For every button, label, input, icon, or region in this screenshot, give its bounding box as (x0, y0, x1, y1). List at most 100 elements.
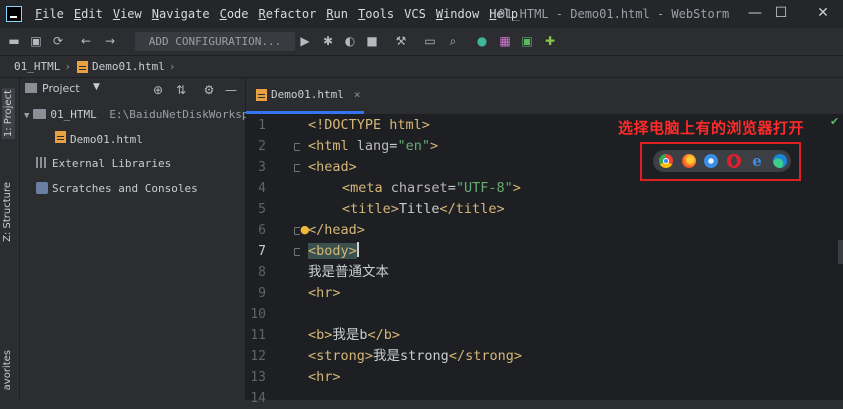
project-folder-icon (25, 83, 37, 93)
library-icon (36, 157, 48, 168)
line-number: 6 (258, 223, 266, 238)
opera-icon[interactable] (727, 154, 741, 168)
menu-vcs[interactable]: VCS (399, 7, 431, 21)
line-number: 10 (250, 307, 266, 322)
intention-bulb-icon[interactable]: ● (300, 223, 310, 236)
root-folder-name: 01_HTML (50, 108, 97, 121)
terminal-icon[interactable]: ▭ (423, 34, 437, 48)
menu-window[interactable]: Window (431, 7, 484, 21)
project-view-selector[interactable]: Project (42, 82, 80, 95)
safari-icon[interactable] (704, 154, 718, 168)
save-icon[interactable]: ▣ (29, 34, 43, 48)
code-line-3: <head> (308, 159, 357, 175)
code-line-4: <meta charset="UTF-8"> (342, 180, 521, 196)
menu-navigate[interactable]: Navigate (147, 7, 215, 21)
main-toolbar: ▬ ▣ ⟳ ← → ADD CONFIGURATION... ▶ ✱ ◐ ■ ⚒… (0, 28, 843, 56)
search-icon[interactable]: ⌕ (446, 34, 460, 48)
add-configuration-button[interactable]: ADD CONFIGURATION... (135, 32, 295, 51)
code-line-9: <hr> (308, 285, 341, 301)
firefox-icon[interactable] (682, 154, 696, 168)
breadcrumb-file[interactable]: Demo01.html (92, 60, 165, 73)
breadcrumb-project[interactable]: 01_HTML (14, 60, 60, 73)
expanded-arrow-icon[interactable]: ▼ (24, 111, 29, 121)
maximize-button[interactable]: ☐ (770, 4, 792, 22)
minimize-button[interactable]: — (744, 4, 766, 22)
settings-wrench-icon[interactable]: ⚒ (394, 34, 408, 48)
tree-item-root[interactable]: ▼ 01_HTML E:\BaiduNetDiskWorkspa (24, 104, 255, 126)
code-line-13: <hr> (308, 369, 341, 385)
editor-tab-bar: Demo01.html × (246, 78, 843, 115)
run-icon[interactable]: ▶ (298, 34, 312, 48)
annotation-text: 选择电脑上有的浏览器打开 (618, 119, 805, 137)
plugin-green-icon[interactable]: ● (475, 34, 489, 48)
menu-edit[interactable]: Edit (69, 7, 108, 21)
collapse-all-icon[interactable]: ⇅ (174, 83, 188, 97)
project-tool-tab[interactable]: 1: Project (2, 88, 15, 140)
line-number: 4 (258, 181, 266, 196)
close-button[interactable]: ✕ (812, 4, 834, 22)
structure-tool-tab[interactable]: Z: Structure (2, 182, 13, 242)
favorites-tool-tab[interactable]: avorites (2, 350, 13, 390)
menu-run[interactable]: Run (321, 7, 353, 21)
tree-item-scratches[interactable]: Scratches and Consoles (36, 178, 198, 200)
ie-icon[interactable]: e (750, 154, 764, 169)
coverage-icon[interactable]: ◐ (343, 34, 357, 48)
plugin-puzzle-icon[interactable]: ✚ (543, 34, 557, 48)
line-number: 1 (258, 118, 266, 133)
chevron-down-icon[interactable]: ▼ (93, 82, 100, 92)
html-file-icon (76, 60, 88, 73)
breadcrumb-separator: › (168, 60, 176, 73)
scratches-icon (36, 182, 48, 194)
menu-code[interactable]: Code (215, 7, 254, 21)
edge-icon[interactable] (773, 154, 787, 168)
line-number-gutter: 1 2 3 4 5 6 7 8 9 10 11 12 13 14 (246, 115, 302, 406)
code-line-7: <body> (308, 242, 359, 259)
line-number: 2 (258, 139, 266, 154)
browser-popup (653, 150, 791, 172)
tab-label: Demo01.html (271, 88, 344, 101)
open-folder-icon[interactable]: ▬ (7, 34, 21, 48)
close-tab-icon[interactable]: × (354, 88, 361, 101)
scrollbar[interactable] (838, 240, 843, 264)
menu-refactor[interactable]: Refactor (254, 7, 322, 21)
forward-arrow-icon[interactable]: → (103, 34, 117, 48)
sync-icon[interactable]: ⟳ (51, 34, 65, 48)
line-number: 7 (258, 244, 266, 259)
hide-panel-icon[interactable]: — (224, 83, 238, 97)
gear-icon[interactable]: ⚙ (202, 83, 216, 97)
root-folder-path: E:\BaiduNetDiskWorkspa (109, 108, 256, 121)
external-libraries-label: External Libraries (52, 157, 172, 170)
breadcrumb-separator: › (64, 60, 71, 73)
file-name: Demo01.html (70, 133, 143, 146)
chrome-icon[interactable] (659, 154, 673, 168)
inspection-ok-icon[interactable]: ✔ (830, 115, 839, 128)
code-line-1: <!DOCTYPE html> (308, 117, 430, 133)
html-file-icon (256, 88, 267, 101)
line-number: 14 (250, 391, 266, 406)
scratches-label: Scratches and Consoles (52, 182, 198, 195)
project-panel-header: Project ▼ ⊕ ⇅ ⚙ — (20, 78, 245, 102)
code-line-5: <title>Title</title> (342, 201, 505, 217)
tab-demo01-html[interactable]: Demo01.html × (246, 78, 364, 114)
tree-item-external-libraries[interactable]: External Libraries (36, 153, 171, 175)
back-arrow-icon[interactable]: ← (79, 34, 93, 48)
plugin-grid-icon[interactable]: ▦ (498, 34, 512, 48)
menu-tools[interactable]: Tools (353, 7, 399, 21)
code-line-12: <strong>我是strong</strong> (308, 348, 522, 364)
line-number: 12 (250, 349, 266, 364)
tree-item-file[interactable]: Demo01.html (53, 129, 143, 151)
menu-view[interactable]: View (108, 7, 147, 21)
folder-icon (33, 109, 47, 119)
line-number: 5 (258, 202, 266, 217)
line-number: 9 (258, 286, 266, 301)
breadcrumb: 01_HTML › Demo01.html › (0, 56, 843, 78)
menu-file[interactable]: File (30, 7, 69, 21)
debug-icon[interactable]: ✱ (321, 34, 335, 48)
stop-icon[interactable]: ■ (365, 34, 379, 48)
line-number: 3 (258, 160, 266, 175)
locate-target-icon[interactable]: ⊕ (151, 83, 165, 97)
code-line-8: 我是普通文本 (308, 264, 389, 280)
plugin-square-icon[interactable]: ▣ (520, 34, 534, 48)
webstorm-logo-icon (6, 6, 22, 22)
project-panel: Project ▼ ⊕ ⇅ ⚙ — ▼ 01_HTML E:\BaiduNetDi… (20, 78, 255, 400)
